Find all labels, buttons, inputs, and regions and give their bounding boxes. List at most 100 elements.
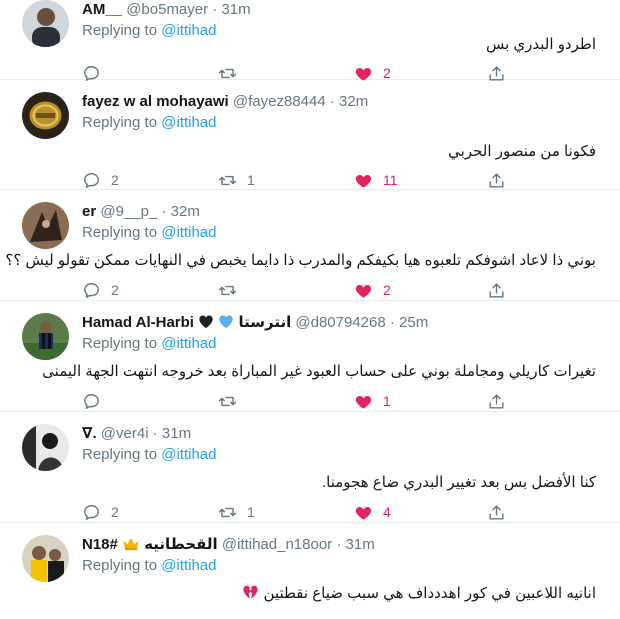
tweet-item[interactable]: Hamad Al-Harbi انترستا @d80794268 · 25m …	[0, 301, 620, 412]
separator-dot: ·	[336, 536, 341, 553]
timestamp[interactable]: 31m	[221, 1, 250, 18]
retweet-button[interactable]: 1	[218, 169, 255, 191]
separator-dot: ·	[212, 1, 217, 18]
tweet-item[interactable]: ∇. @ver4i · 31m Replying to @ittihad كنا…	[0, 412, 620, 523]
reply-icon	[82, 281, 101, 300]
retweet-button[interactable]	[218, 279, 247, 301]
like-button[interactable]: 4	[354, 501, 391, 523]
replying-prefix: Replying to	[82, 557, 157, 574]
author-handle[interactable]: @9__p_	[100, 203, 157, 220]
share-button[interactable]	[487, 169, 506, 191]
black-heart-icon	[198, 314, 214, 329]
reply-count: 2	[111, 172, 119, 188]
avatar[interactable]	[22, 202, 69, 249]
share-button[interactable]	[487, 279, 506, 301]
replying-prefix: Replying to	[82, 224, 157, 241]
blue-heart-icon	[218, 314, 234, 329]
timestamp[interactable]: 31m	[162, 425, 191, 442]
reply-button[interactable]: 2	[82, 501, 119, 523]
retweet-icon	[218, 392, 237, 411]
replies-feed: AM__ @bo5mayer · 31m Replying to @ittiha…	[0, 0, 620, 619]
share-icon	[487, 281, 506, 300]
replying-handle-link[interactable]: @ittihad	[161, 335, 216, 352]
retweet-button[interactable]: 1	[218, 501, 255, 523]
tweet-actions: 2 1 11	[82, 169, 512, 191]
tweet-text: فكونا من منصور الحربي	[82, 142, 596, 162]
replying-to: Replying to @ittihad	[82, 113, 216, 133]
reply-button[interactable]	[82, 390, 111, 412]
author-name[interactable]: ∇.	[82, 425, 97, 442]
tweet-item[interactable]: fayez w al mohayawi @fayez88444 · 32m Re…	[0, 80, 620, 190]
author-name[interactable]: N18#	[82, 536, 118, 553]
avatar[interactable]	[22, 424, 69, 471]
tweet-header: Hamad Al-Harbi انترستا @d80794268 · 25m	[82, 313, 428, 333]
retweet-icon	[218, 281, 237, 300]
replying-to: Replying to @ittihad	[82, 556, 216, 576]
author-handle[interactable]: @fayez88444	[233, 93, 326, 110]
timestamp[interactable]: 32m	[171, 203, 200, 220]
tweet-item[interactable]: er @9__p_ · 32m Replying to @ittihad بون…	[0, 190, 620, 301]
like-button[interactable]: 1	[354, 390, 391, 412]
tweet-header: fayez w al mohayawi @fayez88444 · 32m	[82, 92, 368, 112]
separator-dot: ·	[390, 314, 395, 331]
like-count: 11	[383, 172, 398, 188]
retweet-button[interactable]	[218, 390, 247, 412]
retweet-count: 1	[247, 172, 255, 188]
retweet-icon	[218, 171, 237, 190]
replying-prefix: Replying to	[82, 446, 157, 463]
like-button[interactable]: 11	[354, 169, 398, 191]
share-icon	[487, 503, 506, 522]
author-name[interactable]: fayez w al mohayawi	[82, 93, 229, 110]
avatar[interactable]	[22, 313, 69, 360]
author-handle[interactable]: @ver4i	[101, 425, 149, 442]
retweet-count: 1	[247, 504, 255, 520]
replying-handle-link[interactable]: @ittihad	[161, 114, 216, 131]
timestamp[interactable]: 25m	[399, 314, 428, 331]
replying-handle-link[interactable]: @ittihad	[161, 446, 216, 463]
author-name[interactable]: Hamad Al-Harbi	[82, 314, 194, 331]
tweet-item[interactable]: AM__ @bo5mayer · 31m Replying to @ittiha…	[0, 0, 620, 80]
heart-icon	[354, 503, 373, 522]
replying-handle-link[interactable]: @ittihad	[161, 224, 216, 241]
tweet-header: N18# القحطانيه @ittihad_n18oor · 31m	[82, 535, 375, 555]
avatar[interactable]	[22, 0, 69, 47]
like-count: 2	[383, 282, 391, 298]
author-name[interactable]: AM__	[82, 1, 122, 18]
reply-count: 2	[111, 504, 119, 520]
tweet-header: AM__ @bo5mayer · 31m	[82, 0, 251, 20]
tweet-text: بوني ذا لاعاد اشوفكم تلعبوه هيا بكيفكم و…	[82, 251, 596, 271]
share-icon	[487, 392, 506, 411]
separator-dot: ·	[330, 93, 335, 110]
tweet-actions: 2 1 4	[82, 501, 512, 523]
tweet-text-content: انانيه اللاعبين في كور اهددداف هي سبب ضي…	[264, 585, 597, 602]
replying-to: Replying to @ittihad	[82, 334, 216, 354]
reply-button[interactable]: 2	[82, 279, 119, 301]
tweet-actions: 1	[82, 390, 512, 412]
reply-button[interactable]: 2	[82, 169, 119, 191]
heart-icon	[354, 171, 373, 190]
share-button[interactable]	[487, 390, 506, 412]
avatar[interactable]	[22, 535, 69, 582]
timestamp[interactable]: 32m	[339, 93, 368, 110]
author-name-suffix[interactable]: القحطانيه	[144, 536, 217, 553]
separator-dot: ·	[153, 425, 158, 442]
heart-icon	[354, 281, 373, 300]
timestamp[interactable]: 31m	[346, 536, 375, 553]
like-button[interactable]: 2	[354, 279, 391, 301]
avatar[interactable]	[22, 92, 69, 139]
tweet-item[interactable]: N18# القحطانيه @ittihad_n18oor · 31m Rep…	[0, 523, 620, 619]
tweet-actions: 2 2	[82, 279, 512, 301]
broken-heart-icon	[242, 584, 259, 600]
reply-icon	[82, 503, 101, 522]
reply-count: 2	[111, 282, 119, 298]
replying-to: Replying to @ittihad	[82, 223, 216, 243]
replying-handle-link[interactable]: @ittihad	[161, 557, 216, 574]
author-handle[interactable]: @d80794268	[295, 314, 385, 331]
author-handle[interactable]: @bo5mayer	[126, 1, 208, 18]
author-handle[interactable]: @ittihad_n18oor	[222, 536, 332, 553]
author-name[interactable]: er	[82, 203, 96, 220]
tweet-text: اطردو البدري بس	[82, 35, 596, 55]
share-button[interactable]	[487, 501, 506, 523]
replying-to: Replying to @ittihad	[82, 445, 216, 465]
author-name-suffix[interactable]: انترستا	[238, 314, 291, 331]
